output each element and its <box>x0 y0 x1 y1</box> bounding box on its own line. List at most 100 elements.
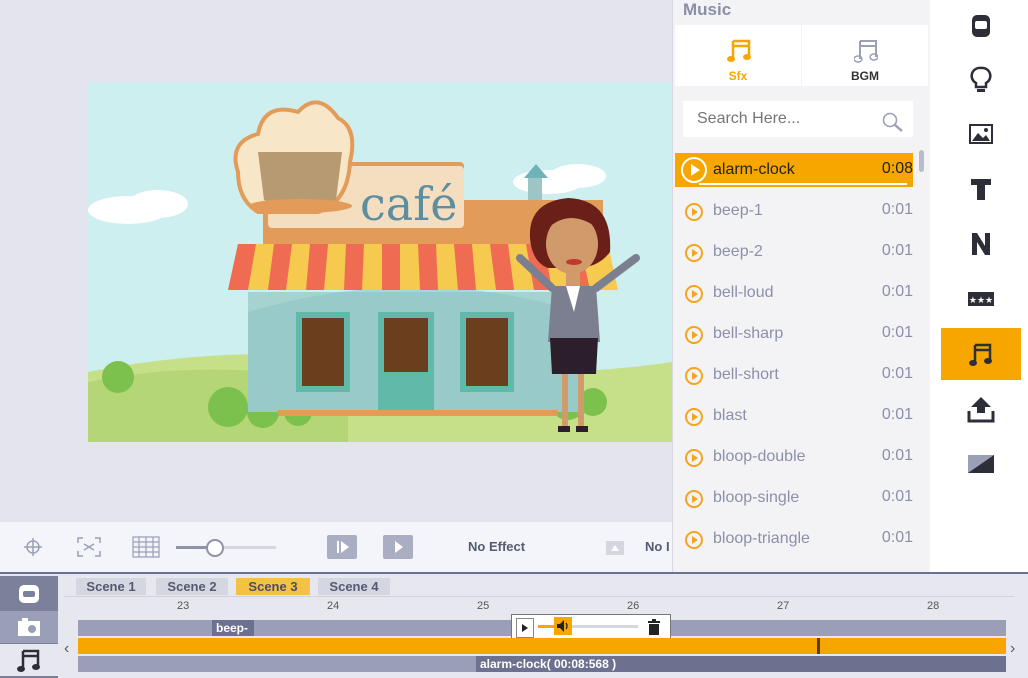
track-name: bloop-double <box>713 448 806 465</box>
image-icon <box>969 124 993 144</box>
music-note-icon <box>727 39 751 62</box>
track-duration: 0:01 <box>881 283 913 300</box>
play-button[interactable] <box>383 535 413 559</box>
svg-text:★★★: ★★★ <box>969 296 993 306</box>
track-name: bell-sharp <box>713 325 784 342</box>
music-note-icon <box>854 40 878 63</box>
track-item[interactable]: bloop-triangle 0:01 <box>675 522 913 556</box>
center-target-icon[interactable] <box>20 536 46 558</box>
camera-track-button[interactable] <box>0 611 58 643</box>
ruler-tick-label: 28 <box>927 600 940 612</box>
character-track-button[interactable] <box>0 578 58 610</box>
sidebar-item-effects[interactable]: ★★★ <box>941 273 1021 325</box>
popup-play-button[interactable] <box>516 618 534 638</box>
zoom-slider-fill <box>176 546 210 549</box>
play-circle-icon[interactable] <box>685 203 703 221</box>
sidebar-item-images[interactable] <box>941 108 1021 160</box>
fullscreen-icon[interactable] <box>76 536 102 558</box>
track-duration: 0:01 <box>881 242 913 259</box>
tab-bgm[interactable]: BGM <box>802 25 928 86</box>
sfx-lane-2[interactable] <box>78 638 1006 654</box>
upload-icon <box>967 397 995 423</box>
track-duration: 0:01 <box>881 365 913 382</box>
alarm-clock-clip[interactable]: alarm-clock( 00:08:568 ) <box>476 656 1006 672</box>
grid-icon[interactable] <box>132 536 160 558</box>
background-icon <box>968 455 994 473</box>
sidebar-item-character[interactable] <box>941 0 1021 52</box>
play-circle-icon[interactable] <box>685 531 703 549</box>
tab-sfx[interactable]: Sfx <box>675 25 801 86</box>
play-circle-icon[interactable] <box>685 449 703 467</box>
cafe-scene-illustration: café <box>88 100 672 442</box>
play-circle-icon[interactable] <box>685 285 703 303</box>
text-icon <box>971 179 991 200</box>
character-icon <box>972 15 990 37</box>
track-duration: 0:01 <box>881 488 913 505</box>
music-icon <box>969 343 992 366</box>
track-item[interactable]: alarm-clock 0:08 <box>675 153 913 187</box>
search-icon[interactable] <box>881 111 905 133</box>
track-item[interactable]: bell-loud 0:01 <box>675 276 913 310</box>
track-duration: 0:01 <box>881 201 913 218</box>
tab-bgm-label: BGM <box>851 69 879 83</box>
tab-scene-2[interactable]: Scene 2 <box>156 578 228 595</box>
track-item[interactable]: bloop-single 0:01 <box>675 481 913 515</box>
sidebar-item-text[interactable] <box>941 163 1021 215</box>
music-track-button[interactable] <box>0 644 58 676</box>
play-circle-icon[interactable] <box>685 326 703 344</box>
timeline-next-arrow[interactable]: › <box>1010 640 1015 658</box>
scrollbar-thumb[interactable] <box>919 150 924 172</box>
track-item[interactable]: blast 0:01 <box>675 399 913 433</box>
music-icon <box>17 649 40 672</box>
stars-badge-icon: ★★★ <box>968 292 994 306</box>
clip-volume-popup <box>511 614 671 640</box>
track-name: bloop-triangle <box>713 530 810 547</box>
sidebar-item-music[interactable] <box>941 328 1021 380</box>
play-from-start-button[interactable] <box>327 535 357 559</box>
track-item[interactable]: beep-2 0:01 <box>675 235 913 269</box>
search-box <box>683 101 913 137</box>
cafe-sign-text: café <box>360 177 457 231</box>
track-item[interactable]: beep-1 0:01 <box>675 194 913 228</box>
effect-label[interactable]: No Effect <box>468 539 525 554</box>
speaker-icon[interactable] <box>554 617 572 635</box>
track-item[interactable]: bloop-double 0:01 <box>675 440 913 474</box>
clip-end-marker[interactable] <box>817 638 820 654</box>
track-name: alarm-clock <box>713 161 795 178</box>
sidebar-item-background[interactable] <box>941 438 1021 490</box>
track-name: beep-1 <box>713 202 763 219</box>
effect-up-icon[interactable] <box>606 541 624 555</box>
character-icon <box>19 585 39 603</box>
sidebar-item-upload[interactable] <box>941 383 1021 435</box>
track-item[interactable]: bell-sharp 0:01 <box>675 317 913 351</box>
track-name: beep-2 <box>713 243 763 260</box>
sidebar-item-props[interactable] <box>941 54 1021 106</box>
play-circle-icon[interactable] <box>685 408 703 426</box>
idea-bulb-icon <box>970 66 992 92</box>
trash-icon[interactable] <box>646 618 662 636</box>
zoom-slider-handle[interactable] <box>206 539 224 557</box>
tab-scene-3[interactable]: Scene 3 <box>236 578 310 595</box>
music-panel: Music Sfx BGM alarm-clock0:08beep-10:01b… <box>672 0 931 572</box>
tab-sfx-label: Sfx <box>728 69 748 83</box>
play-circle-icon[interactable] <box>681 157 707 183</box>
ruler-tick-label: 26 <box>627 600 640 612</box>
beep-clip[interactable]: beep- <box>212 620 254 636</box>
n-icon <box>972 233 990 255</box>
timeline-prev-arrow[interactable]: ‹ <box>64 640 69 658</box>
second-effect-label[interactable]: No I <box>645 539 670 554</box>
tab-scene-4[interactable]: Scene 4 <box>318 578 390 595</box>
track-duration: 0:08 <box>881 160 913 177</box>
beep-clip-label: beep- <box>216 621 249 635</box>
tab-scene-1[interactable]: Scene 1 <box>76 578 146 595</box>
sidebar-item-n[interactable] <box>941 218 1021 270</box>
track-name: bell-loud <box>713 284 774 301</box>
play-circle-icon[interactable] <box>685 367 703 385</box>
alarm-clip-label: alarm-clock( 00:08:568 ) <box>480 657 617 671</box>
search-input[interactable] <box>695 109 879 129</box>
right-sidebar: ★★★ <box>930 0 1028 572</box>
scene-canvas[interactable]: café <box>88 82 672 442</box>
track-item[interactable]: bell-short 0:01 <box>675 358 913 392</box>
play-circle-icon[interactable] <box>685 490 703 508</box>
play-circle-icon[interactable] <box>685 244 703 262</box>
